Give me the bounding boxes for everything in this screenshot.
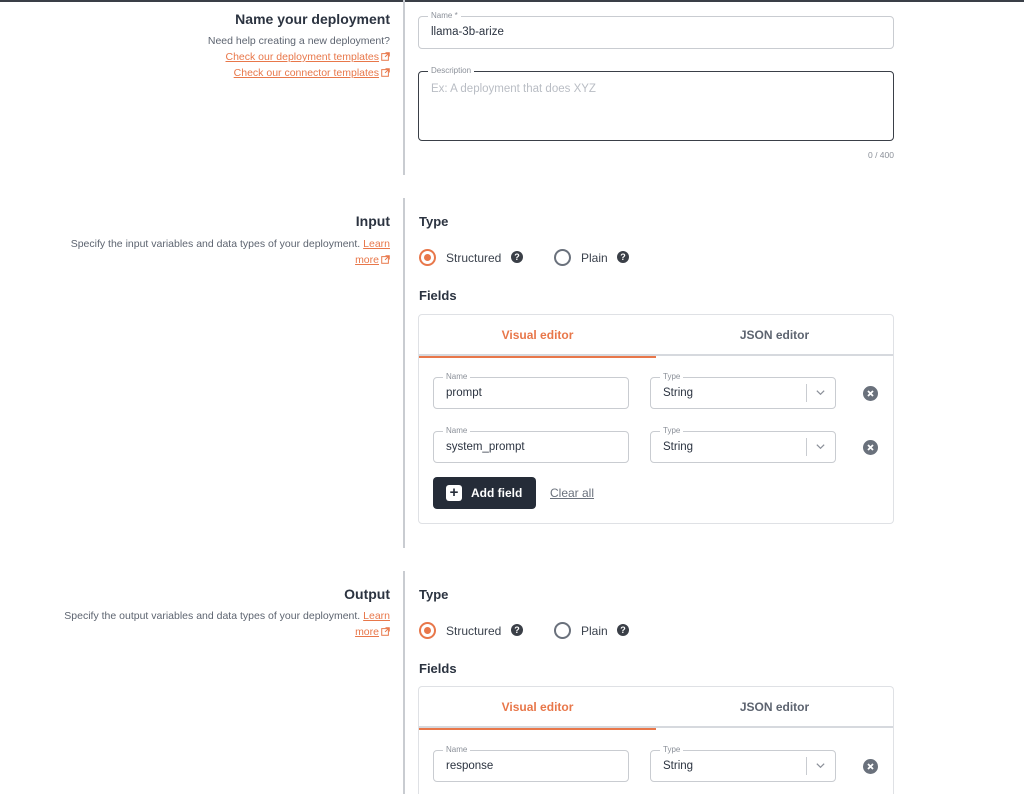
input-plain-radio[interactable] (554, 249, 571, 266)
output-section-title: Output (344, 586, 390, 602)
field-name-value: system_prompt (446, 441, 525, 453)
external-link-icon (381, 52, 390, 61)
output-field-name[interactable]: Name response (433, 744, 629, 782)
output-plain-radio[interactable] (554, 622, 571, 639)
input-description: Specify the input variables and data typ… (70, 238, 361, 250)
output-learn-more-row: more (355, 624, 390, 640)
deployment-description-placeholder: Ex: A deployment that does XYZ (431, 83, 596, 95)
input-structured-radio[interactable] (419, 249, 436, 266)
field-name-value: prompt (446, 387, 482, 399)
deployment-description-field[interactable]: Description Ex: A deployment that does X… (418, 65, 894, 141)
section-divider-input (403, 198, 405, 548)
help-icon[interactable]: ? (511, 624, 523, 636)
output-type-heading: Type (419, 587, 449, 602)
tab-json-editor[interactable]: JSON editor (656, 687, 893, 728)
external-link-icon (381, 68, 390, 77)
field-type-value: String (663, 441, 694, 453)
input-learn-more-link-cont[interactable]: more (355, 254, 379, 266)
field-type-label: Type (660, 371, 684, 383)
tab-visual-editor[interactable]: Visual editor (419, 315, 656, 358)
field-type-label: Type (660, 744, 684, 756)
deployment-name-field[interactable]: Name * llama-3b-arize (418, 10, 894, 49)
output-structured-label: Structured (446, 624, 502, 638)
deployment-templates-link-row: Check our deployment templates (226, 49, 391, 65)
tab-visual-editor[interactable]: Visual editor (419, 687, 656, 730)
help-icon[interactable]: ? (617, 251, 629, 263)
external-link-icon (381, 627, 390, 636)
input-field-type-select[interactable]: Type String (650, 425, 836, 463)
clear-all-link[interactable]: Clear all (550, 486, 594, 500)
output-structured-radio[interactable] (419, 622, 436, 639)
field-name-value: response (446, 760, 494, 772)
field-type-value: String (663, 760, 694, 772)
help-icon[interactable]: ? (617, 624, 629, 636)
deployment-help-text: Need help creating a new deployment? (207, 35, 390, 47)
input-learn-more-row: more (355, 252, 390, 268)
help-icon[interactable]: ? (511, 251, 523, 263)
input-plain-label: Plain (581, 251, 608, 265)
plus-icon: + (446, 485, 462, 501)
remove-icon[interactable] (863, 759, 878, 774)
field-name-label: Name (443, 371, 471, 383)
input-section-title: Input (355, 213, 390, 229)
add-field-button[interactable]: + Add field (433, 477, 536, 509)
output-learn-more-link-cont[interactable]: more (355, 626, 379, 638)
deployment-description-label: Description (428, 65, 475, 77)
description-char-counter: 0 / 400 (868, 150, 894, 160)
input-field-name[interactable]: Name prompt (433, 371, 629, 409)
connector-templates-link[interactable]: Check our connector templates (234, 67, 379, 79)
input-editor-tabs: Visual editor JSON editor (419, 315, 893, 358)
output-description-row: Specify the output variables and data ty… (64, 608, 390, 624)
output-fields-heading: Fields (419, 661, 457, 676)
output-description: Specify the output variables and data ty… (64, 610, 361, 622)
output-editor-tabs: Visual editor JSON editor (419, 687, 893, 730)
input-fields-heading: Fields (419, 288, 457, 303)
deployment-name-label: Name * (428, 10, 461, 22)
external-link-icon (381, 255, 390, 264)
deployment-section-title: Name your deployment (235, 11, 390, 27)
section-divider-output (403, 571, 405, 794)
output-plain-label: Plain (581, 624, 608, 638)
input-learn-more-link[interactable]: Learn (363, 238, 390, 250)
field-type-value: String (663, 387, 694, 399)
deployment-templates-link[interactable]: Check our deployment templates (226, 51, 380, 63)
connector-templates-link-row: Check our connector templates (234, 65, 390, 81)
remove-icon[interactable] (863, 440, 878, 455)
select-divider (806, 438, 807, 456)
section-divider-deployment (403, 0, 405, 175)
input-description-row: Specify the input variables and data typ… (71, 236, 390, 252)
field-type-label: Type (660, 425, 684, 437)
select-divider (806, 384, 807, 402)
tab-json-editor[interactable]: JSON editor (656, 315, 893, 356)
select-divider (806, 757, 807, 775)
input-field-type-select[interactable]: Type String (650, 371, 836, 409)
add-field-label: Add field (471, 486, 523, 500)
input-field-name[interactable]: Name system_prompt (433, 425, 629, 463)
input-type-heading: Type (419, 214, 449, 229)
output-field-type-select[interactable]: Type String (650, 744, 836, 782)
chevron-down-icon (815, 387, 826, 398)
input-structured-label: Structured (446, 251, 502, 265)
field-name-label: Name (443, 744, 471, 756)
chevron-down-icon (815, 760, 826, 771)
chevron-down-icon (815, 441, 826, 452)
deployment-name-value: llama-3b-arize (431, 26, 504, 38)
output-learn-more-link[interactable]: Learn (363, 610, 390, 622)
field-name-label: Name (443, 425, 471, 437)
top-divider (0, 0, 1024, 2)
remove-icon[interactable] (863, 386, 878, 401)
